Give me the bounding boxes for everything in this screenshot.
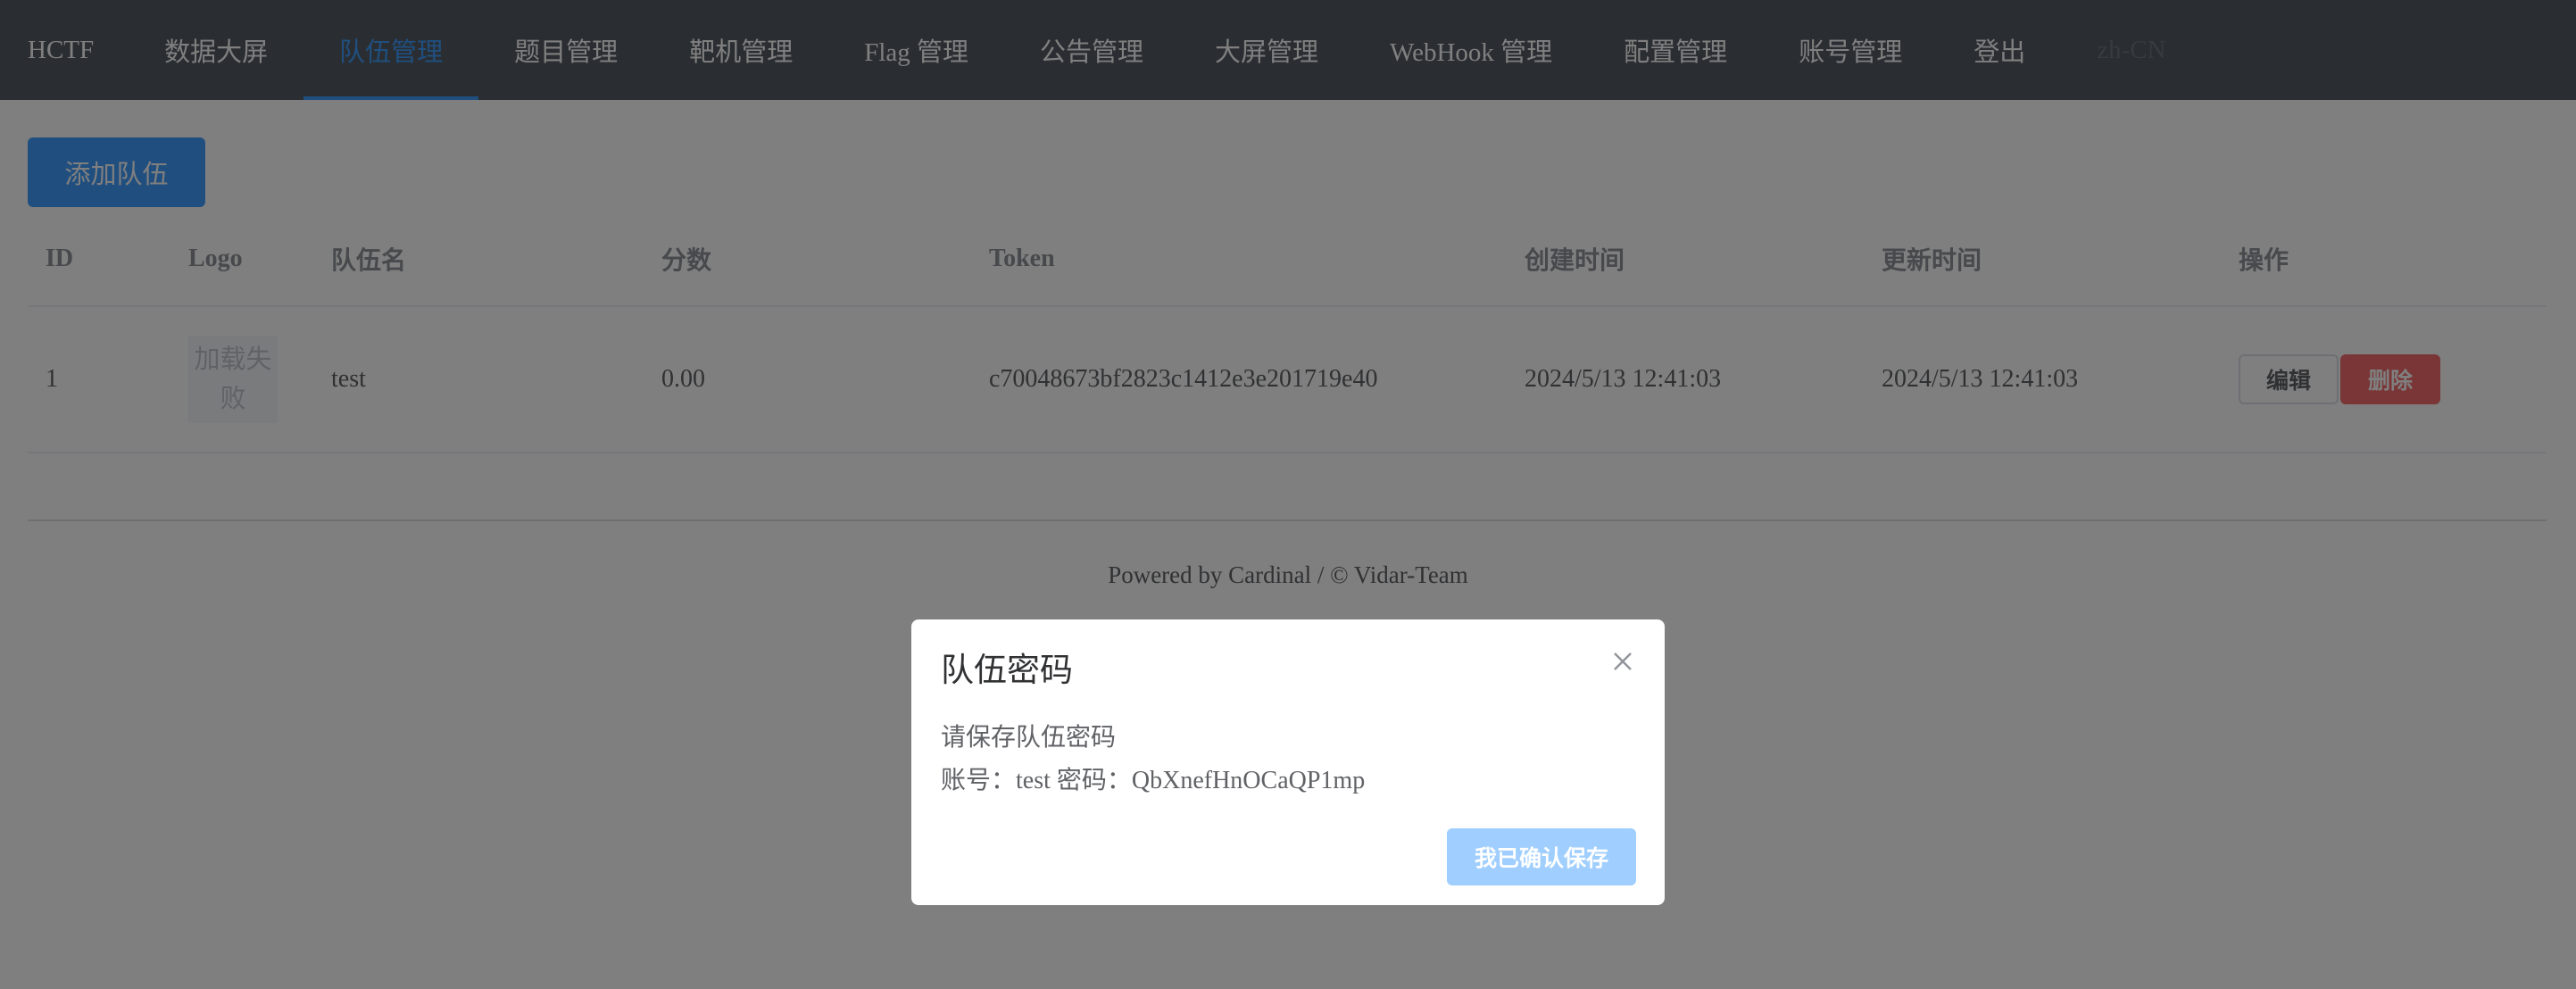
team-password-dialog: 队伍密码 请保存队伍密码 账号：test 密码：QbXnefHnOCaQP1mp…: [911, 619, 1665, 905]
app-root: HCTF 数据大屏 队伍管理 题目管理 靶机管理 Flag 管理 公告管理 大屏…: [0, 0, 2576, 989]
close-icon[interactable]: [1609, 648, 1636, 675]
dialog-credentials: 账号：test 密码：QbXnefHnOCaQP1mp: [941, 767, 1366, 794]
confirm-saved-button[interactable]: 我已确认保存: [1447, 828, 1636, 885]
dialog-message: 请保存队伍密码: [941, 724, 1117, 752]
dialog-title: 队伍密码: [941, 652, 1073, 689]
